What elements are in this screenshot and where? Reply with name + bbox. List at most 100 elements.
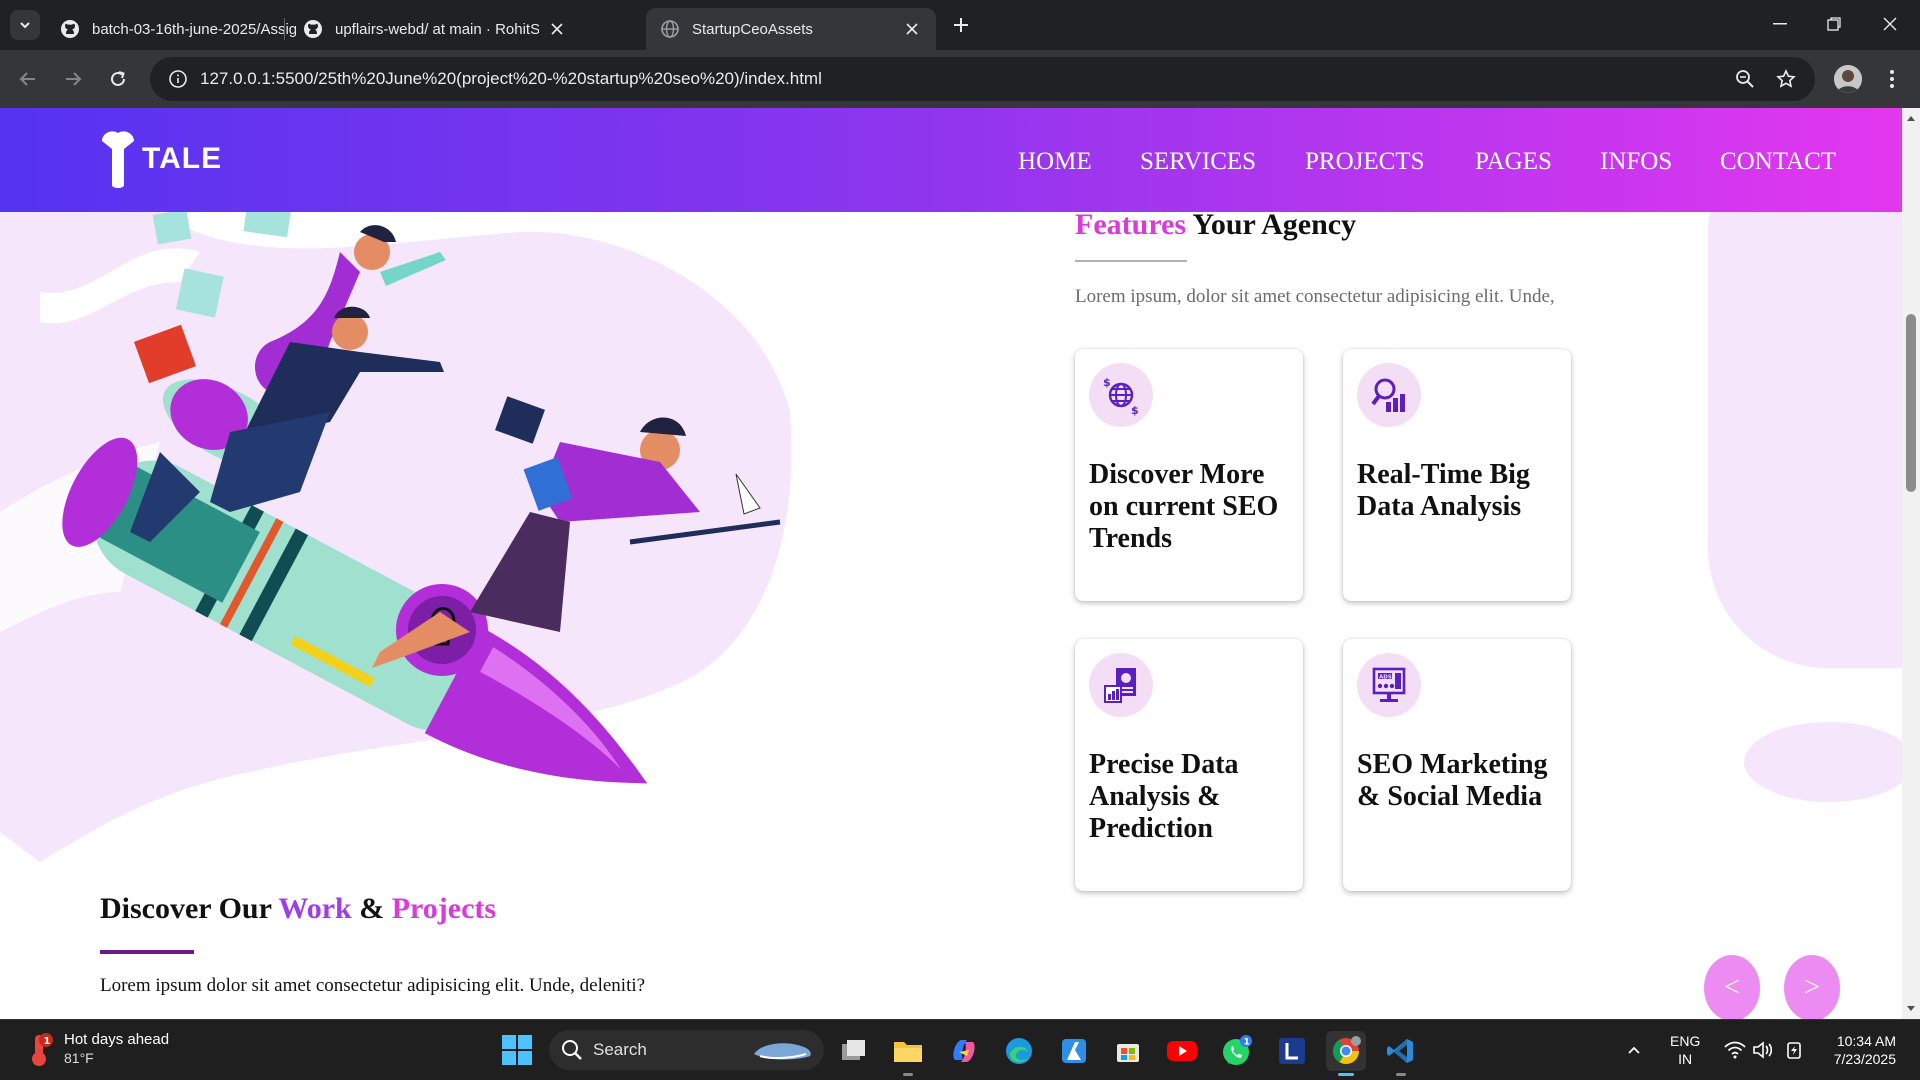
folder-icon [894,1042,922,1062]
speaker-icon [1753,1041,1773,1059]
new-tab-button[interactable] [946,10,976,40]
nav-contact[interactable]: CONTACT [1720,148,1836,176]
minimize-button[interactable] [1752,0,1808,48]
language-indicator[interactable]: ENG IN [1670,1032,1700,1068]
restore-button[interactable] [1806,0,1862,48]
whatsapp-button[interactable]: 1 [1217,1031,1257,1071]
vscode-button[interactable] [1381,1031,1421,1076]
back-button[interactable] [10,61,46,97]
url-text[interactable]: 127.0.0.1:5500/25th%20June%20(project%20… [200,69,822,89]
tab-github-upflairs[interactable]: upflairs-webd/ at main · RohitS [289,8,581,50]
magnifier-chart-icon [1357,363,1421,427]
more-vert-icon [1890,70,1894,88]
chevron-up-icon [1628,1046,1640,1054]
copilot-button[interactable] [944,1031,984,1071]
taskbar-search[interactable]: Search [549,1030,824,1070]
tab-search-button[interactable] [10,10,40,40]
forward-button[interactable] [55,61,91,97]
app-button-l[interactable] [1272,1031,1312,1071]
app-button-blue-a[interactable] [1054,1031,1094,1071]
nav-services[interactable]: SERVICES [1140,148,1256,176]
task-view-button[interactable] [834,1031,874,1071]
volume-status[interactable] [1752,1020,1774,1080]
wifi-status[interactable] [1724,1020,1746,1080]
bookmark-button[interactable] [1771,64,1801,94]
show-hidden-icons-button[interactable] [1626,1020,1642,1080]
weather-widget[interactable]: 1 Hot days ahead 81°F [24,1030,169,1068]
system-clock[interactable]: 10:34 AM 7/23/2025 [1820,1032,1896,1068]
reload-button[interactable] [100,61,136,97]
microsoft-store-button[interactable] [1108,1031,1148,1071]
page-viewport: TALE HOME SERVICES PROJECTS PAGES INFOS … [0,108,1902,1019]
edge-button[interactable] [999,1031,1039,1071]
windows-start-icon[interactable] [500,1033,534,1067]
close-tab-icon[interactable] [902,19,922,39]
site-info-button[interactable] [156,57,200,101]
site-logo[interactable]: TALE [98,128,222,190]
address-bar[interactable]: 127.0.0.1:5500/25th%20June%20(project%20… [150,57,1815,101]
app-a-icon [1062,1039,1086,1063]
feature-card-title: Precise Data Analysis & Prediction [1089,749,1239,844]
feature-card-seo-social[interactable]: ADS SEO Marketing & Social Media [1343,639,1571,891]
region-code: IN [1678,1051,1693,1067]
slider-prev-button[interactable]: < [1704,955,1760,1019]
minimize-icon [1773,23,1787,25]
nav-infos[interactable]: INFOS [1600,148,1672,176]
nav-projects[interactable]: PROJECTS [1305,148,1424,176]
tab-strip: batch-03-16th-june-2025/Assig upflairs-w… [0,0,1920,50]
nav-pages[interactable]: PAGES [1475,148,1552,176]
scrollbar-thumb[interactable] [1906,314,1916,492]
logo-text: TALE [142,142,223,175]
clock-time: 10:34 AM [1836,1033,1896,1049]
whatsapp-icon: 1 [1223,1035,1252,1065]
arrow-left-icon [19,72,35,86]
task-view-icon [842,1040,865,1060]
slider-next-button[interactable]: > [1784,955,1840,1019]
features-heading-underline [1075,260,1187,262]
feature-card-seo-trends[interactable]: $ $ Discover More on current SEO Trends [1075,349,1303,601]
features-heading-accent: Features [1075,208,1187,241]
projects-description: Lorem ipsum dolor sit amet consectetur a… [100,975,646,996]
feature-card-title: Discover More on current SEO Trends [1089,459,1279,554]
projects-heading-work: Work [278,892,352,925]
avatar-icon [1834,65,1862,93]
youtube-button[interactable] [1162,1031,1202,1071]
projects-heading-prefix: Discover Our [100,892,279,925]
zoom-button[interactable] [1730,64,1760,94]
scroll-down-icon[interactable] [1906,1003,1916,1013]
weather-badge: 1 [44,1036,51,1047]
feature-card-title: SEO Marketing & Social Media [1357,749,1548,812]
chrome-button[interactable] [1326,1031,1366,1076]
globe-dollar-icon: $ $ [1089,363,1153,427]
browser-menu-button[interactable] [1878,65,1906,93]
projects-heading-amp: & [351,892,392,925]
windows-taskbar: 1 Hot days ahead 81°F Search 1 ENG IN 10… [0,1019,1920,1080]
close-window-button[interactable] [1862,0,1918,48]
store-icon [1117,1044,1139,1062]
close-tab-icon[interactable] [547,19,567,39]
search-label: Search [593,1040,647,1059]
reload-icon [111,71,125,86]
search-icon [562,1040,582,1060]
feature-card-big-data[interactable]: Real-Time Big Data Analysis [1343,349,1571,601]
background-blob [1708,168,1902,668]
ads-monitor-icon: ADS [1357,653,1421,717]
star-icon [1776,69,1796,88]
site-header: TALE HOME SERVICES PROJECTS PAGES INFOS … [0,108,1902,212]
close-icon [1883,17,1897,31]
battery-status[interactable] [1784,1020,1804,1080]
feature-card-data-prediction[interactable]: Precise Data Analysis & Prediction [1075,639,1303,891]
nav-home[interactable]: HOME [1018,148,1092,176]
projects-heading-projects: Projects [391,892,497,925]
profile-avatar[interactable] [1834,65,1862,93]
scroll-up-icon[interactable] [1906,114,1916,124]
tab-startup-ceo-assets[interactable]: StartupCeoAssets [646,8,936,50]
weather-title: Hot days ahead [64,1031,170,1048]
github-icon [304,20,322,38]
file-explorer-button[interactable] [888,1031,928,1076]
report-chart-icon [1089,653,1153,717]
page-scrollbar[interactable] [1902,108,1920,1019]
running-indicator [1338,1073,1354,1076]
tab-title: batch-03-16th-june-2025/Assig [92,20,296,38]
battery-charging-icon [1787,1042,1801,1059]
